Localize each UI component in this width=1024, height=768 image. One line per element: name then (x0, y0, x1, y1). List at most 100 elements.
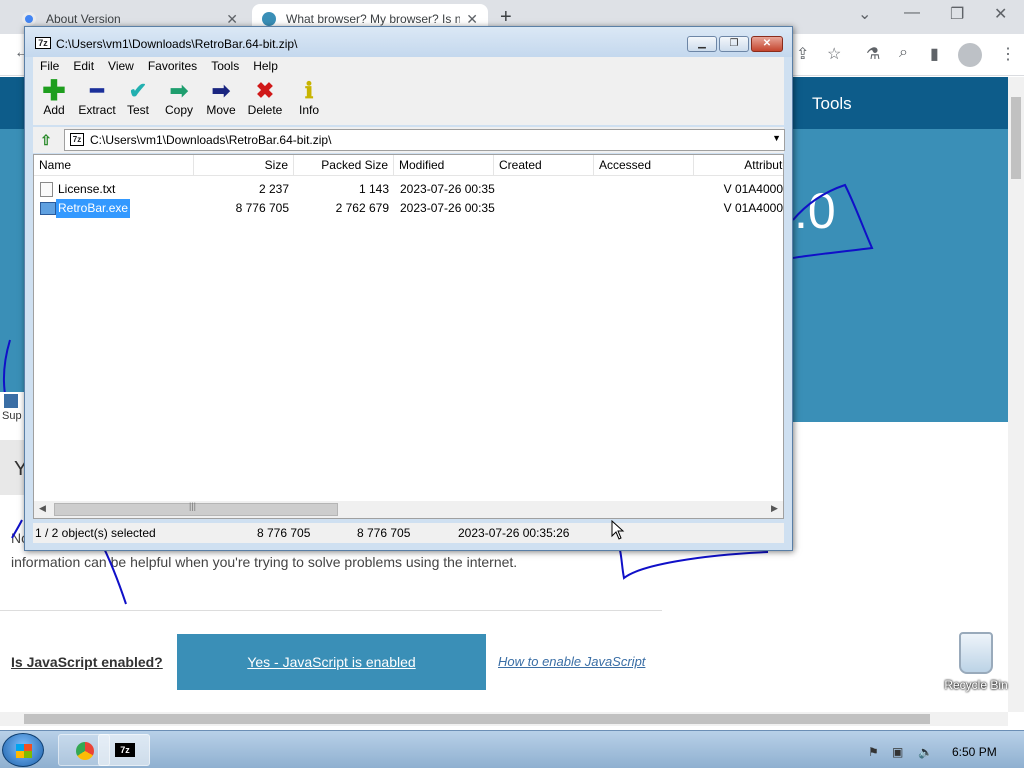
js-status-box[interactable]: Yes - JavaScript is enabled (177, 634, 486, 690)
tab-label: About Version (46, 12, 121, 26)
column-size[interactable]: Size (194, 155, 294, 176)
copy-button[interactable]: ➡ Copy (163, 79, 195, 118)
shortcut-arrow-icon (4, 394, 18, 408)
chrome-icon (22, 12, 36, 26)
column-packed-size[interactable]: Packed Size (294, 155, 394, 176)
taskbar-7zip[interactable]: 7z (98, 734, 150, 766)
restore-icon[interactable]: ❐ (950, 4, 964, 24)
file-size: 2 237 (258, 182, 289, 196)
menu-edit[interactable]: Edit (66, 57, 101, 75)
menu-help[interactable]: Help (246, 57, 285, 75)
info-button[interactable]: ℹ Info (295, 79, 323, 118)
chrome-icon (76, 742, 94, 760)
delete-icon: ✖ (255, 78, 275, 103)
scroll-thumb[interactable] (1011, 97, 1021, 179)
nav-tools-link[interactable]: Tools (812, 94, 852, 114)
list-header: Name Size Packed Size Modified Created A… (34, 155, 783, 176)
js-how-link[interactable]: How to enable JavaScript (498, 654, 645, 669)
extract-button[interactable]: ━ Extract (77, 78, 117, 118)
js-status-text: Yes - JavaScript is enabled (247, 654, 416, 670)
close-icon[interactable]: ✕ (466, 11, 478, 28)
scroll-grip-icon: ||| (189, 501, 197, 511)
file-row-retrobar[interactable]: RetroBar.exe 8 776 705 2 762 679 2023-07… (34, 199, 783, 218)
file-packed-size: 1 143 (358, 182, 389, 196)
scroll-left-icon[interactable]: ◀ (39, 503, 46, 514)
menu-icon[interactable]: ⋮ (1000, 44, 1016, 64)
address-combobox[interactable]: 7z C:\Users\vm1\Downloads\RetroBar.64-bi… (64, 129, 785, 151)
windows-logo-icon (16, 744, 32, 758)
start-button[interactable] (2, 733, 44, 767)
menu-file[interactable]: File (33, 57, 66, 75)
vertical-scrollbar[interactable] (1008, 77, 1024, 712)
recycle-bin-label: Recycle Bin (944, 678, 1008, 692)
add-button[interactable]: ✚ Add (36, 75, 72, 118)
recycle-bin[interactable]: Recycle Bin (944, 632, 1008, 692)
7zip-window: 7z C:\Users\vm1\Downloads\RetroBar.64-bi… (24, 26, 793, 551)
list-horizontal-scrollbar[interactable]: ◀ ||| ▶ (34, 501, 783, 518)
file-name: License.txt (58, 182, 116, 196)
7zip-icon: 7z (35, 37, 51, 49)
move-button[interactable]: ➡ Move (204, 78, 238, 118)
horizontal-scrollbar[interactable] (0, 712, 1008, 726)
file-modified: 2023-07-26 00:35 (400, 182, 495, 196)
scroll-thumb[interactable] (24, 714, 930, 724)
status-size: 8 776 705 (257, 526, 311, 540)
close-button[interactable]: ✕ (751, 36, 783, 52)
column-attributes[interactable]: Attribute (694, 155, 783, 176)
network-tray-icon[interactable]: ▣ (892, 745, 903, 759)
close-icon[interactable]: ✕ (994, 4, 1007, 24)
maximize-button[interactable]: ❐ (719, 36, 749, 52)
desktop-shortcut[interactable]: Sup (0, 392, 26, 422)
minimize-icon[interactable]: — (904, 4, 920, 22)
move-label: Move (206, 103, 236, 117)
menu-tools[interactable]: Tools (204, 57, 246, 75)
folder-up-icon[interactable]: ⇧ (37, 131, 55, 149)
clock[interactable]: 6:50 PM (952, 745, 997, 759)
column-modified[interactable]: Modified (394, 155, 494, 176)
delete-button[interactable]: ✖ Delete (246, 78, 284, 118)
add-icon: ✚ (42, 75, 66, 106)
move-icon: ➡ (211, 78, 231, 103)
dropdown-arrow-icon[interactable]: ▼ (772, 133, 781, 143)
js-question[interactable]: Is JavaScript enabled? (11, 654, 163, 670)
file-name: RetroBar.exe (56, 199, 131, 218)
file-attributes: V 01A4000 (723, 201, 783, 215)
file-modified: 2023-07-26 00:35 (400, 201, 495, 215)
scroll-right-icon[interactable]: ▶ (771, 503, 778, 514)
add-label: Add (43, 103, 65, 117)
shortcut-label: Sup (2, 410, 22, 422)
column-accessed[interactable]: Accessed (594, 155, 694, 176)
share-icon[interactable]: ⇪ (796, 44, 809, 64)
avatar[interactable] (958, 43, 982, 67)
address-path: C:\Users\vm1\Downloads\RetroBar.64-bit.z… (90, 133, 332, 147)
search-icon[interactable]: ⌕ (899, 44, 908, 62)
close-icon[interactable]: ✕ (226, 11, 238, 28)
info-text: information can be helpful when you're t… (11, 554, 518, 570)
star-icon[interactable]: ☆ (827, 44, 841, 64)
chevron-down-icon[interactable]: ⌄ (858, 4, 871, 24)
menu-view[interactable]: View (101, 57, 141, 75)
menu-favorites[interactable]: Favorites (141, 57, 204, 75)
toolbar: ✚ Add ━ Extract ✔ Test ➡ Copy ➡ Move ✖ D… (33, 75, 784, 125)
test-button[interactable]: ✔ Test (123, 78, 153, 118)
globe-icon (262, 12, 276, 26)
sidepanel-icon[interactable]: ▮ (930, 44, 939, 64)
mouse-cursor-icon (611, 520, 625, 540)
minimize-button[interactable]: ▁ (687, 36, 717, 52)
address-bar: ⇧ 7z C:\Users\vm1\Downloads\RetroBar.64-… (33, 127, 785, 153)
title-bar[interactable]: 7z C:\Users\vm1\Downloads\RetroBar.64-bi… (25, 27, 792, 57)
status-packed: 8 776 705 (357, 526, 411, 540)
volume-tray-icon[interactable]: 🔈 (918, 745, 933, 759)
menu-bar: File Edit View Favorites Tools Help (33, 57, 784, 75)
extract-icon: ━ (90, 78, 104, 103)
test-label: Test (126, 103, 149, 117)
flag-tray-icon[interactable]: ⚑ (868, 745, 879, 759)
status-bar: 1 / 2 object(s) selected 8 776 705 8 776… (33, 523, 784, 543)
tab-label: What browser? My browser? Is n (286, 12, 461, 26)
file-row-license[interactable]: License.txt 2 237 1 143 2023-07-26 00:35… (34, 180, 783, 199)
text-file-icon (40, 182, 53, 197)
lab-icon[interactable]: ⚗ (866, 44, 880, 64)
column-name[interactable]: Name (34, 155, 194, 176)
column-created[interactable]: Created (494, 155, 594, 176)
test-icon: ✔ (128, 78, 148, 103)
